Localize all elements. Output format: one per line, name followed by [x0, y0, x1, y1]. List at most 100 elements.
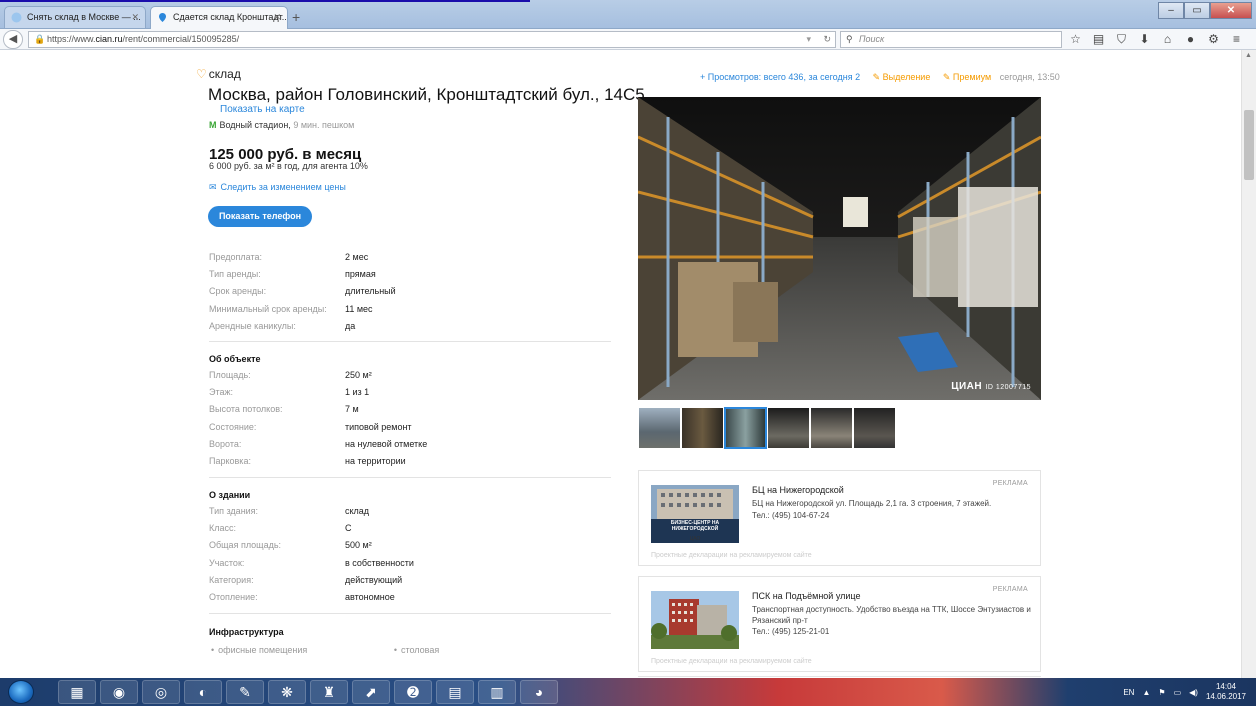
term-key: Минимальный срок аренды:: [209, 303, 327, 314]
close-tab-icon[interactable]: ✕: [131, 7, 139, 27]
page-viewport: ♡ склад + Просмотров: всего 436, за сегод…: [0, 50, 1241, 678]
firefox-icon[interactable]: ◕: [520, 680, 558, 704]
follow-price-link[interactable]: ✉ Следить за изменением цены: [209, 182, 346, 193]
thumbnail[interactable]: [638, 407, 681, 449]
object-section-title: Об объекте: [209, 354, 261, 364]
address-bar[interactable]: 🔒 https://www.cian.ru/rent/commercial/15…: [28, 31, 836, 48]
url-prefix: https://www.: [47, 34, 96, 44]
infra-item: • столовая: [394, 645, 481, 655]
explorer-icon[interactable]: ▦: [58, 680, 96, 704]
close-window-button[interactable]: ✕: [1210, 2, 1252, 19]
object-row: Парковка: на территории: [209, 453, 427, 470]
paint-icon[interactable]: ✎: [226, 680, 264, 704]
building-key: Класс:: [209, 523, 236, 534]
terms-row: Арендные каникулы: да: [209, 318, 396, 335]
highlight-label: Выделение: [882, 72, 931, 82]
ad-title[interactable]: ПСК на Подъёмной улице: [752, 591, 860, 601]
search-field[interactable]: ⚲ Поиск: [840, 31, 1062, 48]
object-key: Площадь:: [209, 370, 251, 380]
object-key: Ворота:: [209, 438, 242, 449]
language-indicator[interactable]: EN: [1123, 688, 1134, 697]
terms-row: Срок аренды: длительный: [209, 283, 396, 300]
favorite-heart-icon[interactable]: ♡: [196, 67, 207, 81]
app-icon[interactable]: ❋: [268, 680, 306, 704]
search-icon: ⚲: [846, 34, 853, 44]
scroll-up-icon[interactable]: ▲: [1245, 52, 1252, 59]
settings-icon[interactable]: ⚙: [1206, 32, 1221, 47]
views-link[interactable]: + Просмотров: всего 436, за сегодня 2: [700, 72, 860, 82]
media-player-icon[interactable]: ◉: [100, 680, 138, 704]
back-button[interactable]: ◀: [3, 30, 23, 49]
photo-thumbnails: [638, 407, 896, 449]
thumbnail[interactable]: [681, 407, 724, 449]
infra-item: • офисные помещения: [211, 645, 349, 655]
chat-icon[interactable]: ●: [1183, 32, 1198, 47]
highlight-link[interactable]: ✎ Выделение: [873, 72, 931, 82]
new-tab-button[interactable]: +: [292, 9, 300, 25]
ad-block[interactable]: РЕКЛАМА ПСК на Подъёмной улице Транспорт…: [638, 576, 1041, 672]
metro-station[interactable]: Водный стадион,: [220, 120, 291, 130]
object-row: Площадь: 250 м²: [209, 367, 427, 384]
thumbnail[interactable]: [853, 407, 896, 449]
chrome-icon[interactable]: ◎: [142, 680, 180, 704]
pdf-icon[interactable]: ⬈: [352, 680, 390, 704]
building-section-title: О здании: [209, 490, 251, 500]
ad-label: РЕКЛАМА: [992, 480, 1028, 487]
minimize-button[interactable]: –: [1158, 2, 1184, 19]
library-icon[interactable]: ▤: [1091, 32, 1106, 47]
term-key: Тип аренды:: [209, 269, 261, 280]
url-dropdown-icon[interactable]: ▾: [806, 32, 811, 47]
volume-icon[interactable]: ◀): [1189, 688, 1198, 697]
app-icon[interactable]: ◐: [184, 680, 222, 704]
building-row: Общая площадь: 500 м²: [209, 537, 414, 554]
clock-date: 14.06.2017: [1205, 692, 1246, 701]
maximize-button[interactable]: ▭: [1184, 2, 1210, 19]
ad-title[interactable]: БЦ на Нижегородской: [752, 485, 844, 495]
tab-cian-search[interactable]: Снять склад в Москве — ... ✕: [4, 6, 146, 28]
bullet-icon: •: [393, 645, 397, 655]
term-key: Предоплата:: [209, 252, 262, 262]
thumbnail[interactable]: [810, 407, 853, 449]
word-icon[interactable]: ▥: [478, 680, 516, 704]
terms-row: Минимальный срок аренды: 11 мес: [209, 301, 396, 318]
premium-icon: ✎: [942, 72, 953, 82]
object-value: 1 из 1: [345, 387, 370, 398]
building-value: склад: [345, 506, 370, 516]
download-icon[interactable]: ⬇: [1137, 32, 1152, 47]
home-icon[interactable]: ⌂: [1160, 32, 1175, 47]
reload-icon[interactable]: ↻: [823, 32, 831, 47]
show-on-map-link[interactable]: Показать на карте: [220, 104, 305, 115]
tray-expand-icon[interactable]: ▲: [1142, 688, 1150, 697]
ad-block[interactable]: РЕКЛАМА БИЗНЕС-ЦЕНТР НА НИЖЕГОРОДСКОЙ ЦА…: [638, 470, 1041, 566]
main-photo[interactable]: ЦИАН ID 12007715: [638, 97, 1041, 400]
star-icon[interactable]: ☆: [1068, 32, 1083, 47]
section-divider: [209, 613, 611, 614]
term-value: да: [345, 320, 356, 331]
thumbnail[interactable]: [767, 407, 810, 449]
premium-link[interactable]: ✎ Премиум: [943, 72, 991, 82]
thumbnail-selected[interactable]: [724, 407, 767, 449]
highlight-icon: ✎: [872, 72, 883, 82]
object-value: 250 м²: [345, 370, 372, 380]
tab-cian-listing[interactable]: Сдается склад Кронштадт... ✕: [150, 6, 288, 29]
app-icon[interactable]: ➋: [394, 680, 432, 704]
clock[interactable]: 14:04 14.06.2017: [1206, 682, 1246, 702]
network-icon[interactable]: ▭: [1174, 688, 1182, 697]
app-icon[interactable]: ♜: [310, 680, 348, 704]
page-scrollbar[interactable]: ▲: [1241, 50, 1256, 678]
term-value: прямая: [345, 269, 376, 280]
building-row: Тип здания: склад: [209, 503, 414, 520]
tab-label: Сдается склад Кронштадт...: [173, 12, 288, 22]
close-tab-icon[interactable]: ✕: [273, 7, 281, 27]
flag-icon[interactable]: ⚑: [1158, 688, 1165, 697]
ad-image: [651, 485, 739, 543]
object-key: Этаж:: [209, 387, 234, 398]
start-button[interactable]: [8, 680, 34, 704]
excel-icon[interactable]: ▤: [436, 680, 474, 704]
pocket-icon[interactable]: ⛉: [1114, 32, 1129, 47]
menu-icon[interactable]: ≡: [1229, 32, 1244, 47]
object-row: Высота потолков: 7 м: [209, 401, 427, 418]
scrollbar-thumb[interactable]: [1244, 110, 1254, 180]
show-phone-button[interactable]: Показать телефон: [208, 206, 312, 227]
browser-toolbar-icons: ☆ ▤ ⛉ ⬇ ⌂ ● ⚙ ≡: [1068, 32, 1244, 47]
